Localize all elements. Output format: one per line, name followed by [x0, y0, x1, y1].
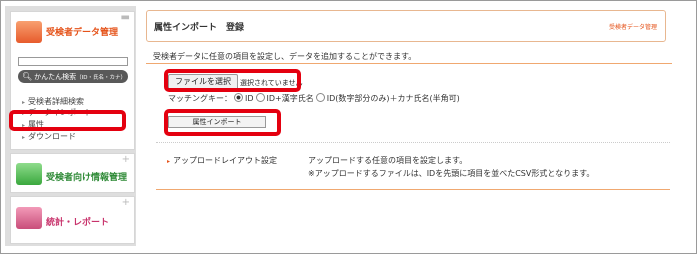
- layout-description-1: アップロードする任意の項目を設定します。: [308, 156, 468, 165]
- radio-id-kana[interactable]: [315, 93, 325, 102]
- expand-icon[interactable]: +: [122, 198, 130, 208]
- highlight-box: [164, 109, 281, 136]
- radio-id[interactable]: [234, 93, 243, 102]
- triangle-icon: ▸: [22, 134, 26, 141]
- highlight-box: [164, 69, 301, 92]
- panel-title-subject-info[interactable]: 受検者向け情報管理: [46, 170, 127, 183]
- divider: [146, 63, 672, 64]
- page-header: 属性インポート 登録 受検者データ管理: [146, 10, 666, 42]
- dotted-divider: [156, 142, 670, 143]
- match-key-row: マッチングキー： ID ID+漢字氏名 ID(数字部分のみ)＋カナ氏名(半角可): [168, 93, 460, 103]
- match-key-label: マッチングキー：: [168, 94, 232, 103]
- quick-search-button[interactable]: 🔍︎ かんたん検索（ID・氏名・カナ）: [18, 70, 128, 83]
- mail-icon: [16, 163, 42, 185]
- section-label: 受検者データ管理: [608, 24, 657, 31]
- panel-title-subject-data[interactable]: 受検者データ管理: [46, 25, 118, 38]
- panel-title-statistics[interactable]: 統計・レポート: [46, 215, 109, 228]
- folder-icon: [16, 21, 42, 43]
- minimize-icon[interactable]: ▬: [121, 13, 130, 23]
- chart-icon: [16, 207, 42, 229]
- sidebar-item-download[interactable]: ▸ ダウンロード: [22, 131, 76, 142]
- expand-icon[interactable]: +: [122, 155, 130, 165]
- upload-layout-link[interactable]: ▸ アップロードレイアウト設定: [167, 155, 277, 166]
- radio-id-kanji[interactable]: [255, 93, 265, 102]
- quick-search-sublabel: （ID・氏名・カナ）: [76, 75, 127, 81]
- triangle-icon: ▸: [22, 99, 26, 106]
- highlight-box: [9, 110, 126, 131]
- quick-search-label: かんたん検索: [34, 73, 77, 81]
- sidebar-item-detail-search[interactable]: ▸ 受検者詳細検索: [22, 96, 84, 107]
- search-input[interactable]: [18, 57, 128, 66]
- panel-subject-info: 受検者向け情報管理 +: [10, 153, 135, 193]
- triangle-icon: ▸: [167, 158, 171, 165]
- page-description: 受検者データに任意の項目を設定し、データを追加することができます。: [153, 52, 417, 61]
- layout-description-2: ※アップロードするファイルは、IDを先頭に項目を並べたCSV形式となります。: [308, 169, 595, 178]
- page-title: 属性インポート 登録: [154, 23, 245, 33]
- divider: [156, 189, 670, 190]
- panel-statistics: 統計・レポート +: [10, 196, 135, 244]
- search-icon: 🔍︎: [22, 72, 33, 81]
